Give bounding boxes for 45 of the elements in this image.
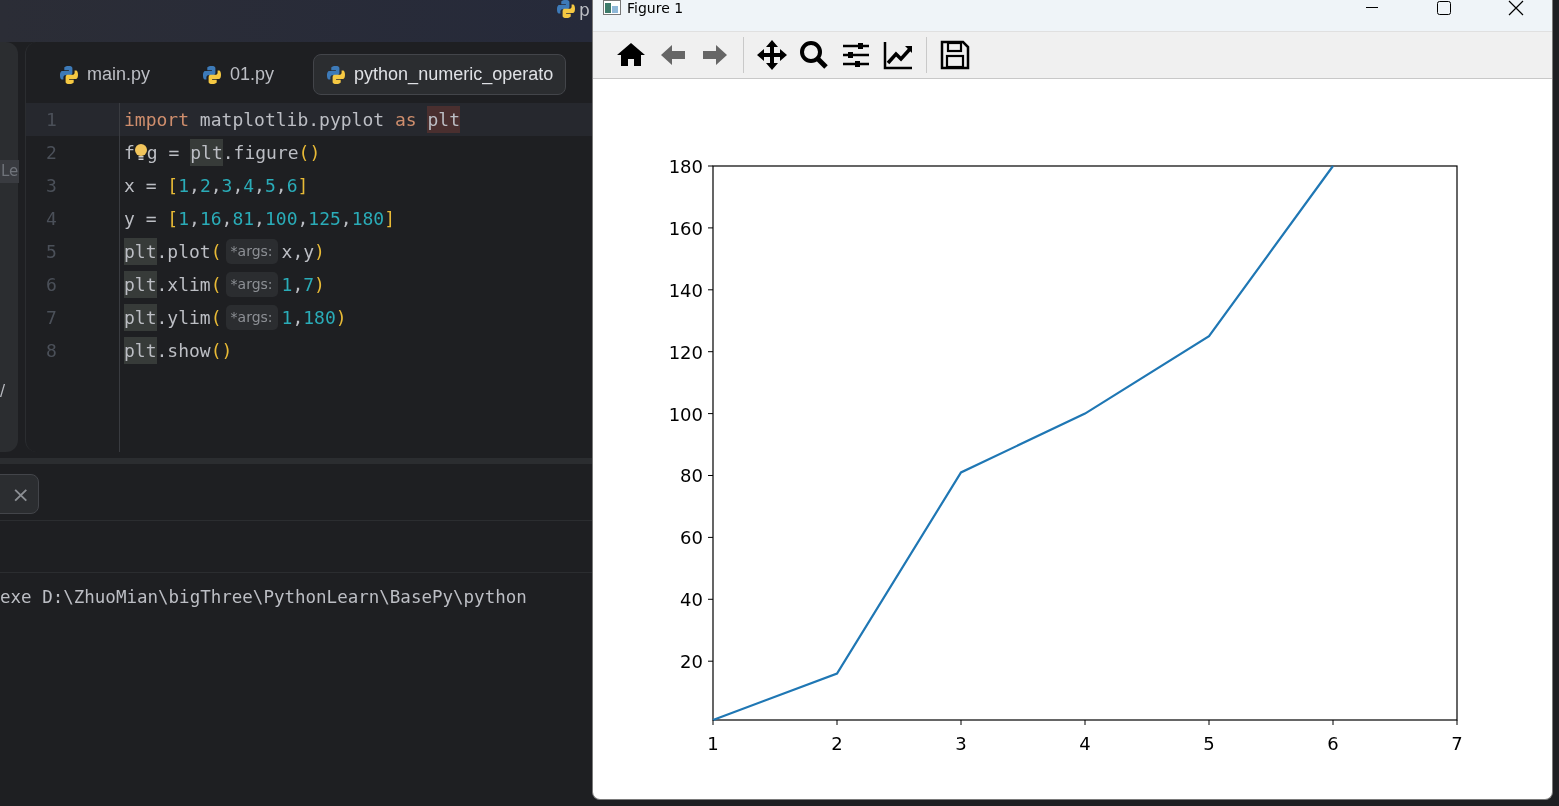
- python-icon: [556, 0, 576, 20]
- lightbulb-icon[interactable]: [134, 142, 147, 163]
- x-tick-label: 4: [1079, 733, 1091, 754]
- code-line: x = [1,2,3,4,5,6]: [124, 174, 309, 198]
- x-tick-label: 2: [831, 733, 843, 754]
- maximize-icon[interactable]: [1437, 1, 1451, 15]
- close-icon[interactable]: [1508, 0, 1524, 16]
- y-tick-label: 160: [668, 217, 703, 239]
- app-icon: [603, 0, 621, 15]
- x-tick-label: 6: [1327, 733, 1339, 754]
- side-label: Le: [0, 160, 20, 183]
- minimize-icon[interactable]: [1366, 7, 1378, 9]
- y-tick-label: 180: [668, 156, 703, 177]
- close-button[interactable]: ×: [0, 474, 39, 514]
- console-output: exe D:\ZhuoMian\bigThree\PythonLearn\BasePy\python: [0, 586, 527, 609]
- y-tick-label: 140: [668, 279, 703, 301]
- code-line: y = [1,16,81,100,125,180]: [124, 207, 396, 231]
- code-line: plt.ylim( *args: 1,180): [124, 304, 347, 331]
- parameter-hint: *args:: [225, 239, 278, 264]
- code-line: plt.plot( *args: x,y): [124, 238, 325, 265]
- y-tick-label: 20: [680, 651, 703, 673]
- y-tick-label: 40: [680, 589, 703, 611]
- window-title: p: [579, 0, 590, 20]
- parameter-hint: *args:: [225, 272, 278, 297]
- python-file-icon: [326, 64, 347, 85]
- editor-tab[interactable]: 01.py: [189, 54, 288, 95]
- y-tick-label: 60: [680, 527, 703, 549]
- y-tick-label: 120: [668, 341, 703, 363]
- y-tick-label: 80: [680, 465, 703, 487]
- editor-tab[interactable]: main.py: [46, 54, 164, 95]
- python-file-icon: [59, 64, 79, 85]
- code-line: plt.show(): [124, 337, 233, 364]
- code-line: import matplotlib.pyplot as plt: [124, 106, 460, 133]
- code-line: plt.xlim( *args: 1,7): [124, 271, 325, 298]
- code-line: f g = plt.figure(): [124, 139, 321, 166]
- editor-tab[interactable]: python_numeric_operato: [313, 54, 567, 95]
- x-tick-label: 3: [955, 733, 967, 754]
- side-label: /: [0, 381, 6, 402]
- python-file-icon: [202, 64, 223, 85]
- parameter-hint: *args:: [225, 305, 278, 330]
- window-title: Figure 1: [627, 0, 684, 16]
- x-tick-label: 7: [1451, 733, 1463, 754]
- x-tick-label: 5: [1203, 733, 1215, 754]
- y-tick-label: 100: [668, 403, 703, 425]
- x-tick-label: 1: [707, 733, 719, 754]
